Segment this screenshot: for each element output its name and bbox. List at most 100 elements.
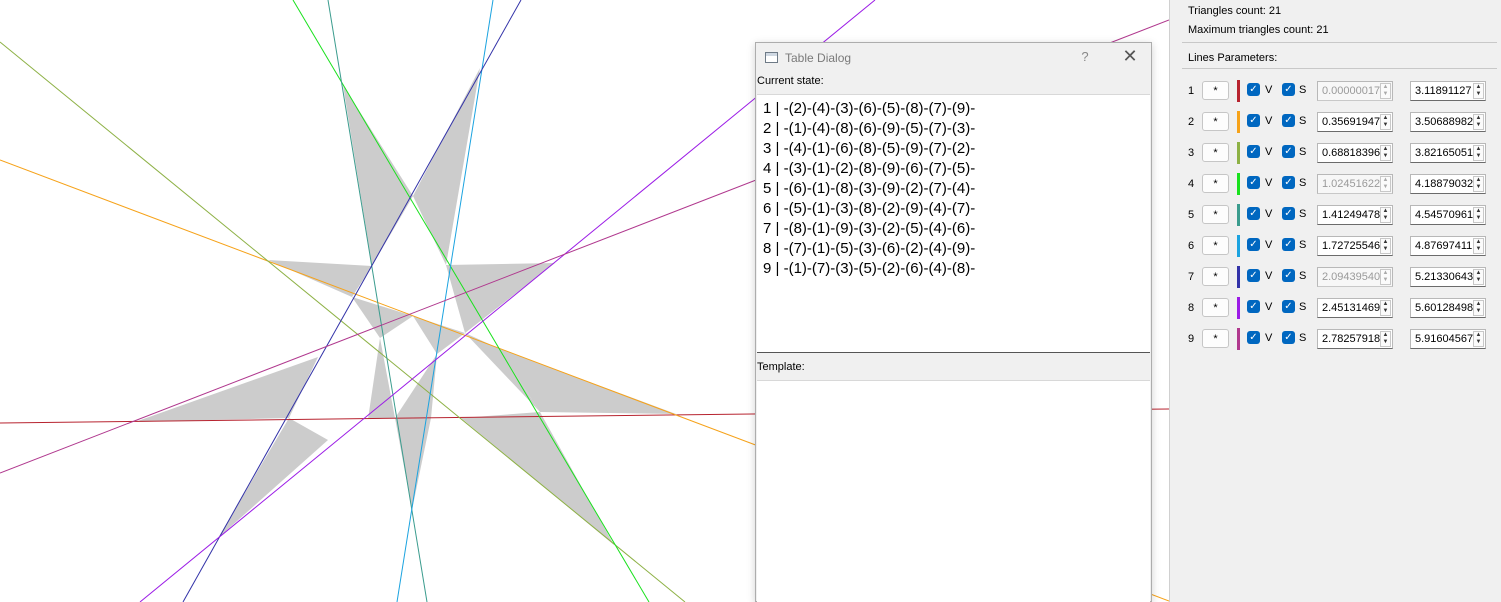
line-color-swatch: [1237, 235, 1240, 257]
spin-arrows-icon[interactable]: ▲ ▼: [1380, 207, 1391, 223]
visible-label: V: [1265, 270, 1273, 282]
visible-checkbox[interactable]: ✓: [1247, 331, 1260, 344]
line-number: 5: [1188, 209, 1195, 221]
select-checkbox[interactable]: ✓: [1282, 300, 1295, 313]
spin-arrows-icon[interactable]: ▲ ▼: [1473, 114, 1484, 130]
triangle: [268, 260, 372, 297]
triangle: [446, 263, 555, 333]
line-color-swatch: [1237, 111, 1240, 133]
angle-spinbox[interactable]: 2.45131469 ▲ ▼: [1317, 298, 1393, 318]
state-line: 9 | -(1)-(7)-(3)-(5)-(2)-(6)-(4)-(8)-: [763, 260, 976, 277]
select-checkbox[interactable]: ✓: [1282, 207, 1295, 220]
spin-arrows-icon[interactable]: ▲ ▼: [1473, 176, 1484, 192]
spin-arrows-icon[interactable]: ▲ ▼: [1473, 331, 1484, 347]
spin-arrows-icon[interactable]: ▲ ▼: [1380, 331, 1391, 347]
spin-arrows-icon[interactable]: ▲ ▼: [1473, 238, 1484, 254]
spin-arrows-icon[interactable]: ▲ ▼: [1380, 176, 1391, 192]
star-button[interactable]: *: [1202, 329, 1229, 348]
offset-spinbox[interactable]: 5.91604567 ▲ ▼: [1410, 329, 1486, 349]
triangle: [343, 85, 413, 266]
current-state-textbox[interactable]: 1 | -(2)-(4)-(3)-(6)-(5)-(8)-(7)-(9)- 2 |…: [757, 94, 1150, 353]
offset-spinbox[interactable]: 3.11891127 ▲ ▼: [1410, 81, 1486, 101]
angle-spinbox[interactable]: 1.02451622 ▲ ▼: [1317, 174, 1393, 194]
spin-arrows-icon[interactable]: ▲ ▼: [1473, 145, 1484, 161]
state-line: 4 | -(3)-(1)-(2)-(8)-(9)-(6)-(7)-(5)-: [763, 160, 976, 177]
offset-value: 5.60128498: [1415, 302, 1474, 314]
select-label: S: [1299, 208, 1307, 220]
select-checkbox[interactable]: ✓: [1282, 176, 1295, 189]
angle-spinbox[interactable]: 0.35691947 ▲ ▼: [1317, 112, 1393, 132]
star-button[interactable]: *: [1202, 81, 1229, 100]
angle-spinbox[interactable]: 1.72725546 ▲ ▼: [1317, 236, 1393, 256]
star-button[interactable]: *: [1202, 236, 1229, 255]
line-color-swatch: [1237, 266, 1240, 288]
template-textbox[interactable]: [757, 380, 1150, 602]
offset-spinbox[interactable]: 4.54570961 ▲ ▼: [1410, 205, 1486, 225]
star-button[interactable]: *: [1202, 205, 1229, 224]
angle-spinbox[interactable]: 2.78257918 ▲ ▼: [1317, 329, 1393, 349]
select-checkbox[interactable]: ✓: [1282, 114, 1295, 127]
spin-arrows-icon[interactable]: ▲ ▼: [1380, 114, 1391, 130]
offset-value: 3.50688982: [1415, 116, 1474, 128]
angle-value: 2.78257918: [1322, 333, 1381, 345]
select-checkbox[interactable]: ✓: [1282, 145, 1295, 158]
star-button[interactable]: *: [1202, 298, 1229, 317]
state-line: 8 | -(7)-(1)-(5)-(3)-(6)-(2)-(4)-(9)-: [763, 240, 976, 257]
angle-spinbox[interactable]: 0.68818396 ▲ ▼: [1317, 143, 1393, 163]
offset-spinbox[interactable]: 5.21330643 ▲ ▼: [1410, 267, 1486, 287]
triangle: [413, 316, 465, 354]
visible-checkbox[interactable]: ✓: [1247, 176, 1260, 189]
spin-arrows-icon[interactable]: ▲ ▼: [1380, 145, 1391, 161]
line-row-9: 9 * ✓ V ✓ S 2.78257918 ▲ ▼ 5.91604567 ▲ ▼: [1170, 328, 1501, 352]
angle-spinbox[interactable]: 0.00000017 ▲ ▼: [1317, 81, 1393, 101]
offset-value: 4.87697411: [1415, 240, 1473, 252]
offset-value: 3.11891127: [1415, 85, 1472, 97]
visible-checkbox[interactable]: ✓: [1247, 300, 1260, 313]
visible-checkbox[interactable]: ✓: [1247, 145, 1260, 158]
spin-arrows-icon[interactable]: ▲ ▼: [1473, 207, 1484, 223]
select-label: S: [1299, 332, 1307, 344]
visible-checkbox[interactable]: ✓: [1247, 238, 1260, 251]
offset-spinbox[interactable]: 5.60128498 ▲ ▼: [1410, 298, 1486, 318]
offset-spinbox[interactable]: 4.87697411 ▲ ▼: [1410, 236, 1486, 256]
dialog-titlebar[interactable]: Table Dialog ? ✕: [756, 43, 1151, 73]
select-checkbox[interactable]: ✓: [1282, 238, 1295, 251]
spin-arrows-icon[interactable]: ▲ ▼: [1473, 83, 1484, 99]
angle-spinbox[interactable]: 2.09439540 ▲ ▼: [1317, 267, 1393, 287]
visible-label: V: [1265, 332, 1273, 344]
select-label: S: [1299, 301, 1307, 313]
spin-arrows-icon[interactable]: ▲ ▼: [1380, 300, 1391, 316]
current-state-label: Current state:: [757, 75, 824, 87]
angle-spinbox[interactable]: 1.41249478 ▲ ▼: [1317, 205, 1393, 225]
close-button[interactable]: ✕: [1120, 46, 1140, 67]
table-dialog[interactable]: Table Dialog ? ✕ Current state: 1 | -(2)…: [755, 42, 1152, 602]
star-button[interactable]: *: [1202, 143, 1229, 162]
star-button[interactable]: *: [1202, 267, 1229, 286]
visible-checkbox[interactable]: ✓: [1247, 114, 1260, 127]
spin-arrows-icon[interactable]: ▲ ▼: [1380, 83, 1391, 99]
line-color-swatch: [1237, 80, 1240, 102]
visible-checkbox[interactable]: ✓: [1247, 207, 1260, 220]
spin-arrows-icon[interactable]: ▲ ▼: [1473, 269, 1484, 285]
offset-value: 5.91604567: [1415, 333, 1474, 345]
separator: [1182, 42, 1497, 43]
select-checkbox[interactable]: ✓: [1282, 269, 1295, 282]
spin-arrows-icon[interactable]: ▲ ▼: [1380, 269, 1391, 285]
star-button[interactable]: *: [1202, 112, 1229, 131]
offset-spinbox[interactable]: 3.82165051 ▲ ▼: [1410, 143, 1486, 163]
offset-spinbox[interactable]: 3.50688982 ▲ ▼: [1410, 112, 1486, 132]
help-button[interactable]: ?: [1076, 49, 1094, 64]
star-button[interactable]: *: [1202, 174, 1229, 193]
select-label: S: [1299, 270, 1307, 282]
line-row-6: 6 * ✓ V ✓ S 1.72725546 ▲ ▼ 4.87697411 ▲ ▼: [1170, 235, 1501, 259]
visible-checkbox[interactable]: ✓: [1247, 269, 1260, 282]
line-row-1: 1 * ✓ V ✓ S 0.00000017 ▲ ▼ 3.11891127 ▲ ▼: [1170, 80, 1501, 104]
select-checkbox[interactable]: ✓: [1282, 83, 1295, 96]
visible-checkbox[interactable]: ✓: [1247, 83, 1260, 96]
offset-spinbox[interactable]: 4.18879032 ▲ ▼: [1410, 174, 1486, 194]
select-checkbox[interactable]: ✓: [1282, 331, 1295, 344]
spin-arrows-icon[interactable]: ▲ ▼: [1473, 300, 1484, 316]
visible-label: V: [1265, 115, 1273, 127]
spin-arrows-icon[interactable]: ▲ ▼: [1380, 238, 1391, 254]
line-number: 2: [1188, 116, 1195, 128]
